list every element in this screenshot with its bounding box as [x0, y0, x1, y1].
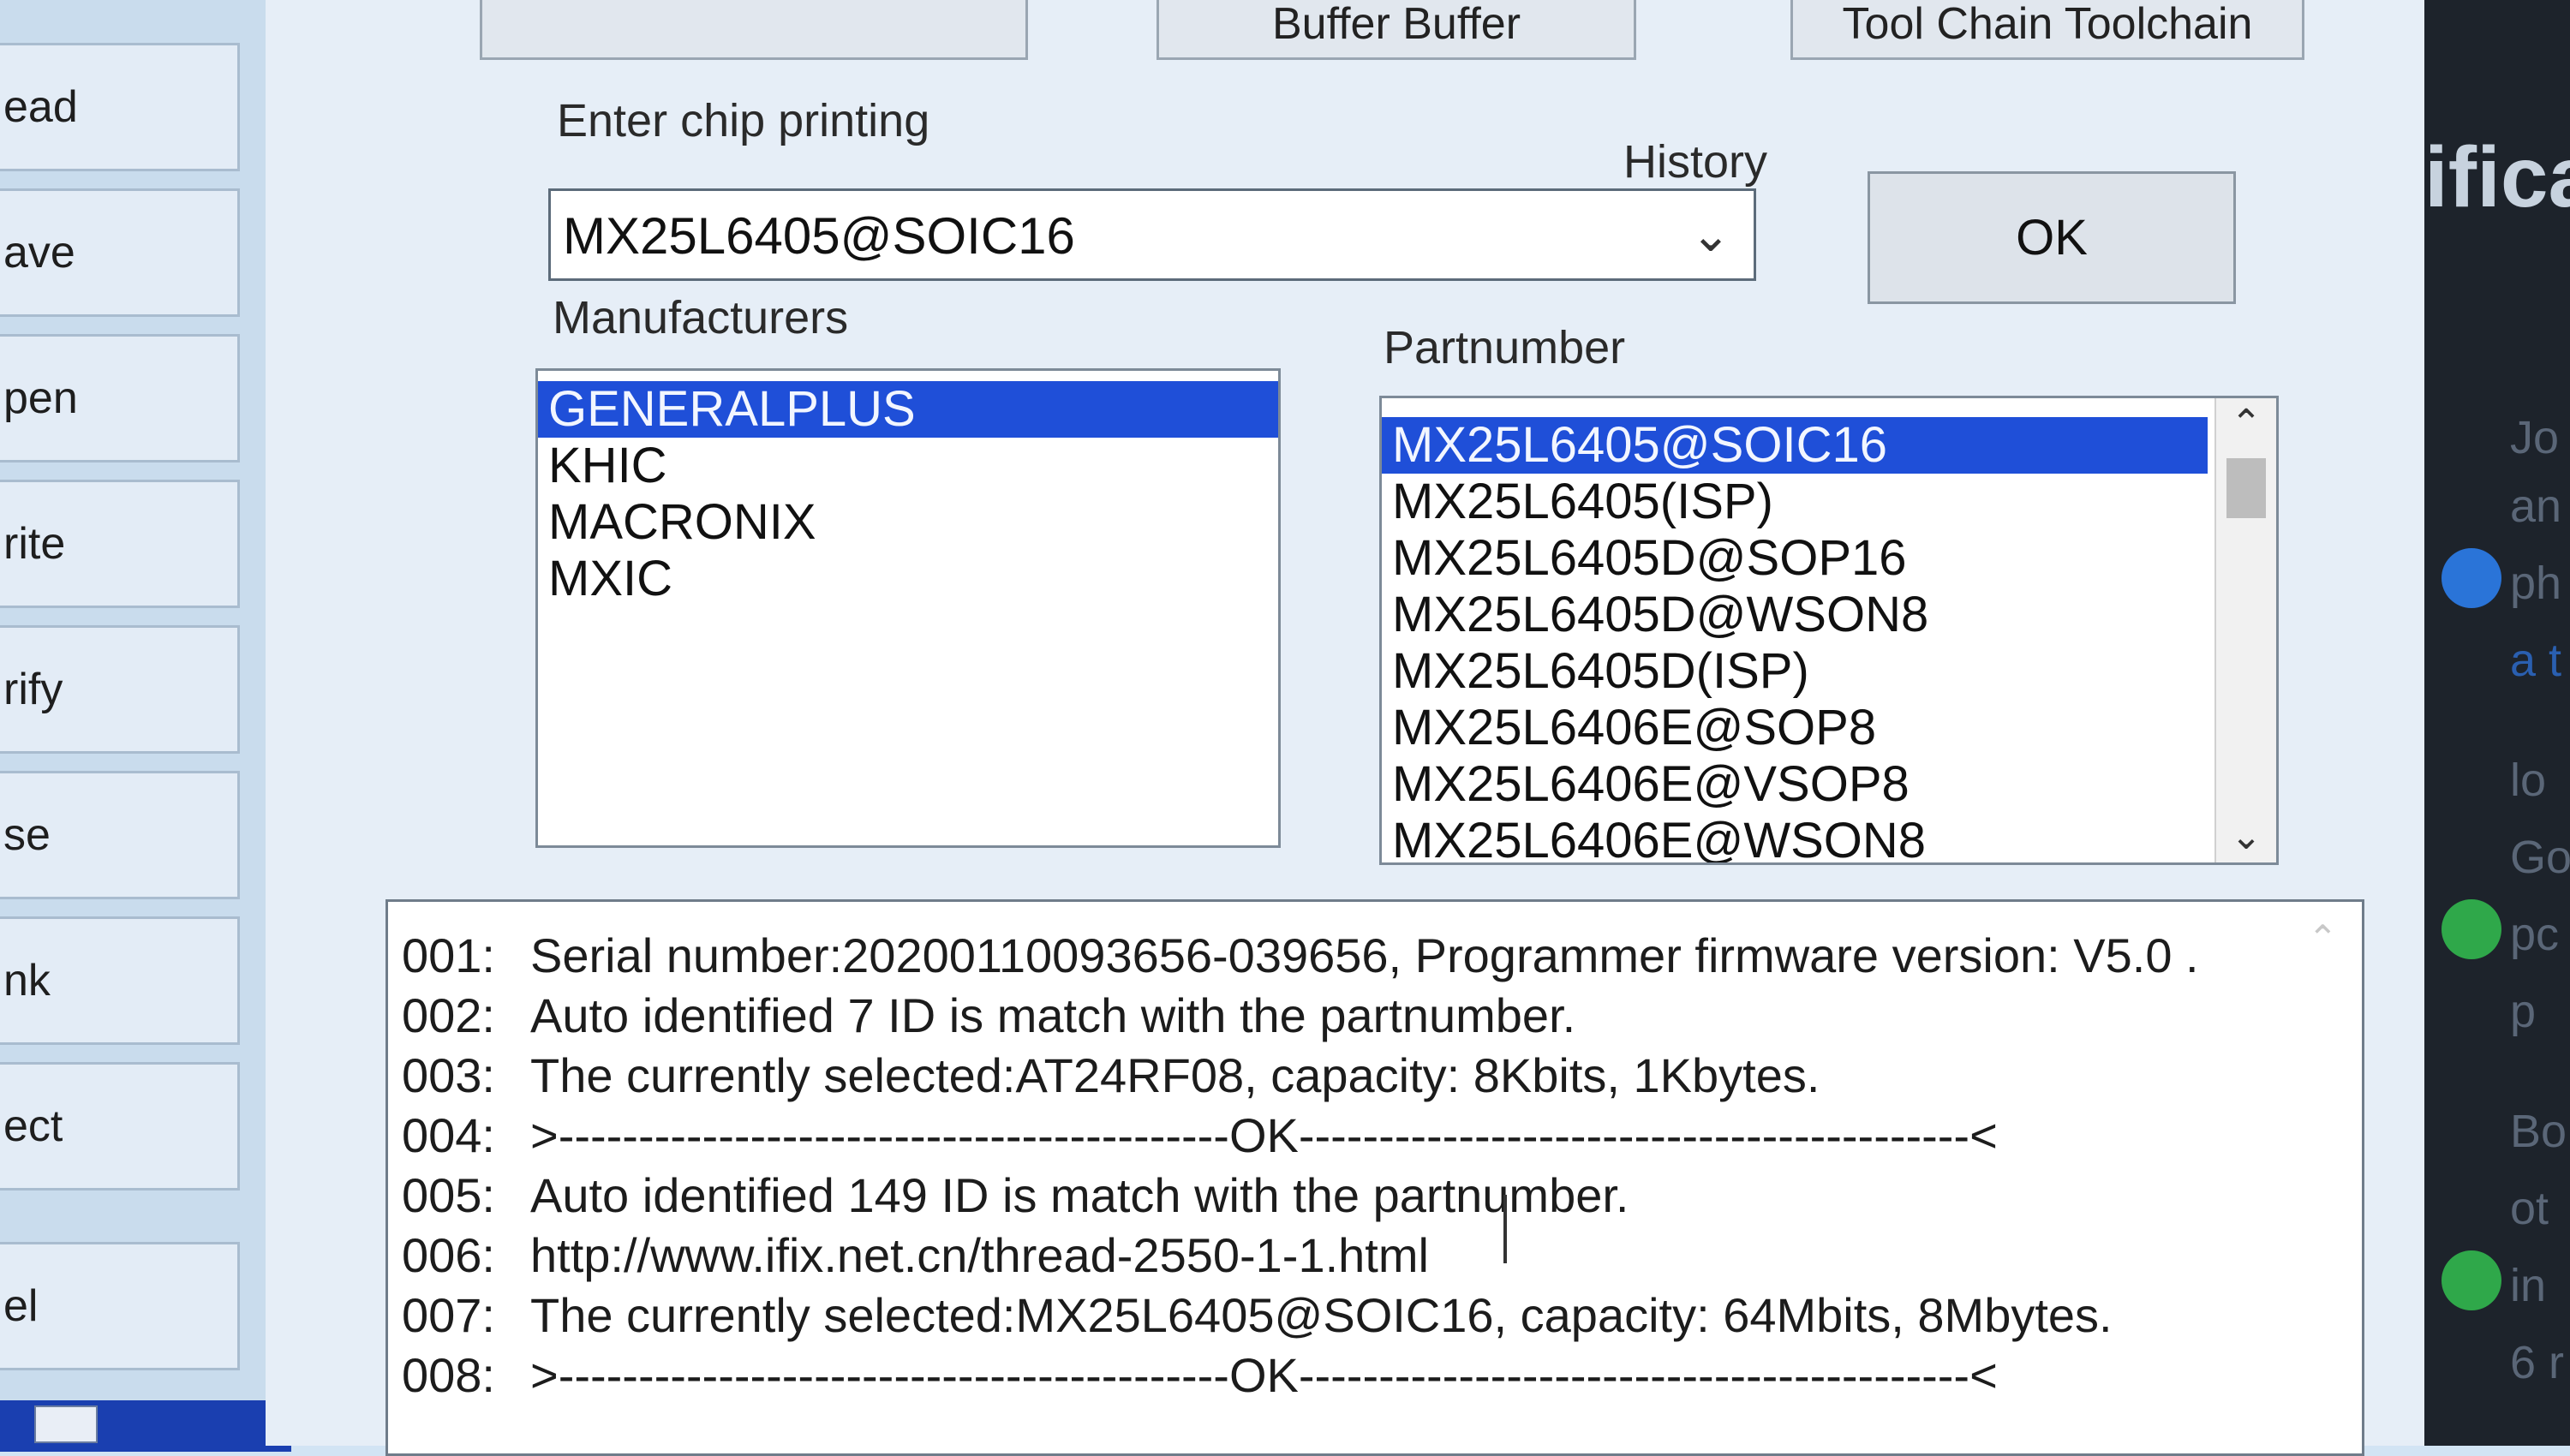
chip-printing-label: Enter chip printing [557, 95, 930, 146]
scroll-thumb[interactable] [2226, 458, 2266, 518]
manufacturer-item[interactable]: KHIC [538, 438, 1278, 494]
partnumber-item[interactable]: MX25L6405D@WSON8 [1382, 587, 2208, 643]
background-text: in [2510, 1260, 2547, 1311]
partnumber-item[interactable]: MX25L6405D(ISP) [1382, 643, 2208, 700]
device-icon [34, 1405, 98, 1443]
manufacturer-item[interactable]: MXIC [538, 551, 1278, 607]
partnumber-scrollbar[interactable]: ⌃ ⌄ [2214, 398, 2276, 862]
background-text: ph [2510, 558, 2562, 609]
background-text: lo [2510, 755, 2547, 806]
read-button[interactable]: ead [0, 43, 240, 171]
background-text: an [2510, 480, 2562, 532]
open-button[interactable]: pen [0, 334, 240, 462]
selected-sidebar-item[interactable] [0, 1400, 291, 1452]
manufacturer-item[interactable]: MACRONIX [538, 494, 1278, 551]
background-text: Bo [2510, 1106, 2567, 1157]
text-cursor-icon [1503, 1195, 1507, 1263]
background-text: p [2510, 986, 2537, 1037]
partnumber-item[interactable]: MX25L6406E@WSON8 [1382, 813, 2208, 862]
status-icon [2442, 1250, 2501, 1310]
manufacturers-list[interactable]: GENERALPLUS KHIC MACRONIX MXIC [535, 368, 1281, 848]
partnumber-item[interactable]: MX25L6405D@SOP16 [1382, 530, 2208, 587]
log-line: 001: Serial number:20200110093656-039656,… [402, 928, 2199, 982]
chevron-down-icon[interactable]: ⌄ [1676, 191, 1745, 278]
erase-button[interactable]: se [0, 771, 240, 899]
write-button[interactable]: rite [0, 480, 240, 608]
manufacturers-label: Manufacturers [553, 292, 849, 343]
detect-button[interactable]: ect [0, 1062, 240, 1190]
blank-button[interactable]: nk [0, 916, 240, 1045]
buffer-button[interactable]: Buffer Buffer [1156, 0, 1636, 60]
scroll-up-icon[interactable]: ⌃ [2216, 398, 2276, 450]
background-text: Jo [2510, 412, 2560, 463]
background-text: pc [2510, 909, 2560, 960]
history-label: History [1623, 136, 1768, 188]
partnumber-item[interactable]: MX25L6406E@SOP8 [1382, 700, 2208, 756]
like-icon[interactable] [2442, 548, 2501, 608]
background-text: 6 r [2510, 1337, 2565, 1388]
verify-button[interactable]: rify [0, 625, 240, 754]
toolbar-button-1[interactable] [480, 0, 1028, 60]
background-text: Go [2510, 832, 2570, 883]
chip-select-dialog: Buffer Buffer Tool Chain Toolchain Enter… [266, 0, 2424, 1456]
background-title-fragment: ifica [2424, 129, 2570, 225]
log-panel[interactable]: 001: Serial number:20200110093656-039656,… [386, 899, 2364, 1456]
log-line[interactable]: 006: http://www.ifix.net.cn/thread-2550-1… [402, 1227, 1429, 1283]
background-text: ot [2510, 1183, 2549, 1234]
toolchain-button[interactable]: Tool Chain Toolchain [1790, 0, 2304, 60]
chip-printing-combobox[interactable]: MX25L6405@SOIC16 ⌄ [548, 188, 1756, 281]
log-line: 008: >-----------------------------------… [402, 1348, 1998, 1402]
partnumber-label: Partnumber [1384, 322, 1626, 373]
background-window: ifica Jo an ph a t lo Go pc p Bo ot in 6… [2424, 0, 2570, 1446]
partnumber-item[interactable]: MX25L6405(ISP) [1382, 474, 2208, 530]
background-text: a t [2510, 635, 2562, 686]
manufacturer-item[interactable]: GENERALPLUS [538, 381, 1278, 438]
partnumber-item[interactable]: MX25L6405@SOIC16 [1382, 417, 2208, 474]
ok-button[interactable]: OK [1868, 171, 2236, 304]
cancel-button[interactable]: el [0, 1242, 240, 1370]
scroll-down-icon[interactable]: ⌄ [2216, 811, 2276, 862]
log-line: 007: The currently selected:MX25L6405@SOI… [402, 1288, 2113, 1342]
status-icon [2442, 899, 2501, 959]
partnumber-item[interactable]: MX25L6406E@VSOP8 [1382, 756, 2208, 813]
partnumber-list[interactable]: MX25L6405@SOIC16 MX25L6405(ISP) MX25L640… [1379, 396, 2279, 865]
log-scroll-up-icon[interactable]: ⌃ [2308, 917, 2338, 959]
save-button[interactable]: ave [0, 188, 240, 317]
log-line: 004: >-----------------------------------… [402, 1108, 1998, 1162]
log-line: 005: Auto identified 149 ID is match with… [402, 1168, 1629, 1222]
chip-printing-value: MX25L6405@SOIC16 [563, 207, 1075, 265]
log-line: 002: Auto identified 7 ID is match with t… [402, 988, 1576, 1042]
left-toolbar: ead ave pen rite rify se nk ect el [0, 0, 291, 1452]
log-line: 003: The currently selected:AT24RF08, cap… [402, 1048, 1820, 1102]
